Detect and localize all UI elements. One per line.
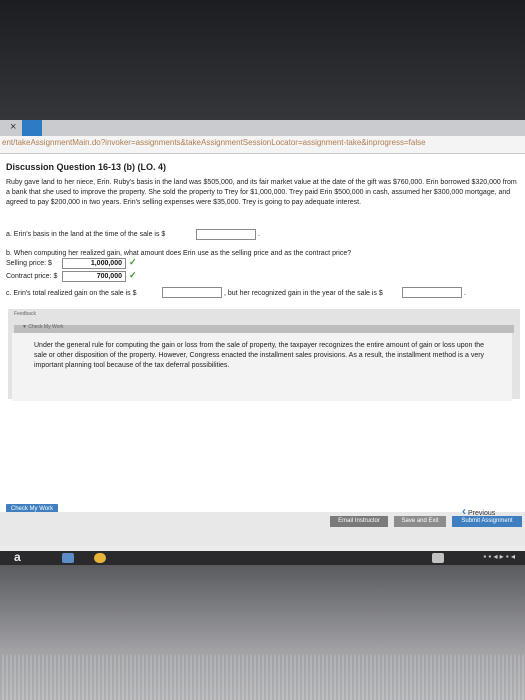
submit-assignment-button[interactable]: Submit Assignment <box>452 516 522 527</box>
monitor-bezel-bottom <box>0 565 525 700</box>
browser-screen: × ent/takeAssignmentMain.do?invoker=assi… <box>0 120 525 565</box>
basis-input[interactable] <box>196 229 256 240</box>
feedback-text: Under the general rule for computing the… <box>34 342 485 369</box>
system-tray: ▪ ▪ ◂ ▸ ▪ ◂ <box>483 552 515 561</box>
speaker-grille <box>0 655 525 700</box>
assignment-content: Discussion Question 16-13 (b) (LO. 4) Ru… <box>0 154 525 514</box>
recognized-gain-input[interactable] <box>402 287 462 298</box>
feedback-panel: Feedback ▼ Check My Work Under the gener… <box>8 309 520 401</box>
check-mark-icon: ✓ <box>129 257 137 267</box>
save-and-exit-button[interactable]: Save and Exit <box>394 516 446 527</box>
amazon-icon[interactable]: a <box>14 550 21 564</box>
email-instructor-button[interactable]: Email Instructor <box>330 516 388 527</box>
part-a-label: a. Erin's basis in the land at the time … <box>6 231 166 238</box>
part-c-label: c. Erin's total realized gain on the sal… <box>6 290 137 297</box>
address-bar[interactable]: ent/takeAssignmentMain.do?invoker=assign… <box>0 136 525 154</box>
monitor-bezel-top <box>0 0 525 120</box>
close-tab-icon[interactable]: × <box>10 121 16 133</box>
contract-price-label: Contract price: $ <box>6 273 58 280</box>
period: . <box>258 231 260 238</box>
url-text: ent/takeAssignmentMain.do?invoker=assign… <box>2 138 426 147</box>
active-tab[interactable] <box>22 120 42 136</box>
question-title: Discussion Question 16-13 (b) (LO. 4) <box>6 162 167 172</box>
contract-price-input[interactable]: 700,000 <box>62 271 126 282</box>
chrome-icon[interactable] <box>94 553 106 563</box>
keyboard-icon[interactable] <box>432 553 444 563</box>
check-mark-icon: ✓ <box>129 270 137 280</box>
taskbar: a ▪ ▪ ◂ ▸ ▪ ◂ <box>0 550 525 565</box>
part-b-label: b. When computing her realized gain, wha… <box>6 250 352 257</box>
tab-bar: × <box>0 120 525 136</box>
assignment-footer: ‹ Previous Email Instructor Save and Exit… <box>0 504 525 546</box>
period: . <box>464 290 466 297</box>
check-my-work-toggle[interactable]: ▼ Check My Work <box>14 324 514 333</box>
selling-price-label: Selling price: $ <box>6 260 52 267</box>
feedback-box: Under the general rule for computing the… <box>12 333 512 401</box>
photos-icon[interactable] <box>62 553 74 563</box>
feedback-label: Feedback <box>14 311 36 317</box>
question-body: Ruby gave land to her niece, Erin. Ruby'… <box>6 179 517 206</box>
check-my-work-toggle-label: ▼ Check My Work <box>22 324 64 330</box>
recognized-gain-label: , but her recognized gain in the year of… <box>224 290 383 297</box>
realized-gain-input[interactable] <box>162 287 222 298</box>
selling-price-input[interactable]: 1,000,000 <box>62 258 126 269</box>
